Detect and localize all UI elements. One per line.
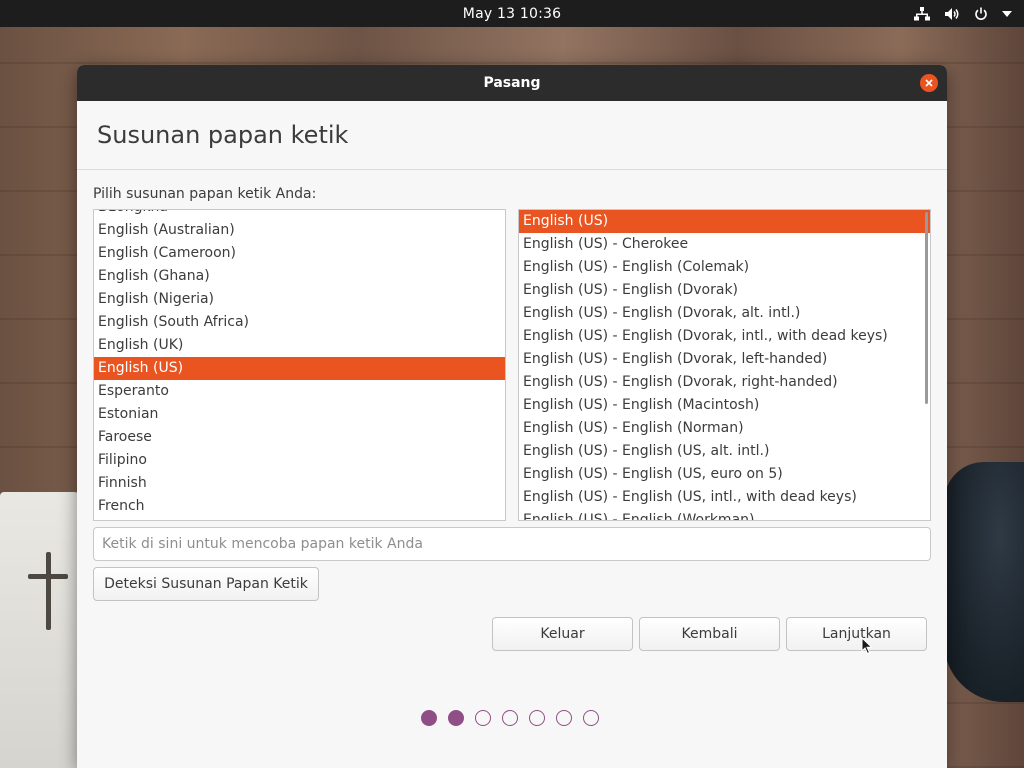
- detect-layout-button[interactable]: Deteksi Susunan Papan Ketik: [93, 567, 319, 601]
- layout-item[interactable]: English (US): [94, 357, 505, 380]
- page-header: Susunan papan ketik: [77, 101, 947, 170]
- variant-item[interactable]: English (US) - English (Colemak): [519, 256, 930, 279]
- window-title: Pasang: [483, 75, 541, 91]
- progress-indicator: [421, 710, 599, 726]
- network-icon[interactable]: [914, 6, 930, 21]
- layout-item[interactable]: English (South Africa): [94, 311, 505, 334]
- continue-button[interactable]: Lanjutkan: [786, 617, 927, 651]
- clock[interactable]: May 13 10:36: [463, 6, 561, 22]
- variant-item[interactable]: English (US) - English (Dvorak): [519, 279, 930, 302]
- desktop-wallpaper-cross: [28, 552, 68, 632]
- progress-dot: [448, 710, 464, 726]
- window-titlebar[interactable]: Pasang: [77, 65, 947, 101]
- layout-item[interactable]: French: [94, 495, 505, 518]
- variant-item[interactable]: English (US) - English (Dvorak, alt. int…: [519, 302, 930, 325]
- system-tray[interactable]: [914, 0, 1012, 27]
- progress-dot: [556, 710, 572, 726]
- layout-item[interactable]: English (Ghana): [94, 265, 505, 288]
- variant-item[interactable]: English (US) - English (Macintosh): [519, 394, 930, 417]
- layout-prompt: Pilih susunan papan ketik Anda:: [93, 186, 317, 202]
- power-icon[interactable]: [974, 7, 988, 21]
- layout-item[interactable]: English (Cameroon): [94, 242, 505, 265]
- mouse-cursor-icon: [861, 637, 873, 655]
- progress-dot: [475, 710, 491, 726]
- menu-arrow-icon[interactable]: [1002, 10, 1012, 17]
- progress-dot: [583, 710, 599, 726]
- variant-item[interactable]: English (US) - Cherokee: [519, 233, 930, 256]
- variant-item[interactable]: English (US) - English (Dvorak, right-ha…: [519, 371, 930, 394]
- variant-item[interactable]: English (US) - English (US, alt. intl.): [519, 440, 930, 463]
- variant-item[interactable]: English (US) - English (US, intl., with …: [519, 486, 930, 509]
- close-button[interactable]: [920, 74, 938, 92]
- layout-item[interactable]: Estonian: [94, 403, 505, 426]
- progress-dot: [502, 710, 518, 726]
- layout-item[interactable]: English (UK): [94, 334, 505, 357]
- variant-item[interactable]: English (US) - English (US, euro on 5): [519, 463, 930, 486]
- progress-dot: [529, 710, 545, 726]
- progress-dot: [421, 710, 437, 726]
- quit-button[interactable]: Keluar: [492, 617, 633, 651]
- variant-item[interactable]: English (US) - English (Norman): [519, 417, 930, 440]
- layout-item[interactable]: English (Australian): [94, 219, 505, 242]
- variant-item[interactable]: English (US) - English (Workman): [519, 509, 930, 520]
- keyboard-variant-list[interactable]: English (US) English (US) - Cherokee Engli…: [518, 209, 931, 521]
- variant-list-scrollbar[interactable]: [925, 212, 928, 404]
- keyboard-layout-list[interactable]: DzongkhaEnglish (Australian)English (Cam…: [93, 209, 506, 521]
- variant-item[interactable]: English (US): [519, 210, 930, 233]
- installer-window: Pasang Susunan papan ketik Pilih susunan…: [77, 65, 947, 768]
- keyboard-test-input[interactable]: [93, 527, 931, 561]
- close-icon: [925, 79, 933, 87]
- layout-item[interactable]: Finnish: [94, 472, 505, 495]
- layout-item[interactable]: Filipino: [94, 449, 505, 472]
- volume-icon[interactable]: [944, 7, 960, 21]
- top-bar: May 13 10:36: [0, 0, 1024, 27]
- layout-item[interactable]: English (Nigeria): [94, 288, 505, 311]
- page-title: Susunan papan ketik: [97, 121, 349, 149]
- desktop-wallpaper-mug: [944, 462, 1024, 702]
- back-button[interactable]: Kembali: [639, 617, 780, 651]
- layout-item[interactable]: Esperanto: [94, 380, 505, 403]
- variant-item[interactable]: English (US) - English (Dvorak, intl., w…: [519, 325, 930, 348]
- variant-item[interactable]: English (US) - English (Dvorak, left-han…: [519, 348, 930, 371]
- layout-item[interactable]: Faroese: [94, 426, 505, 449]
- layout-item[interactable]: Dzongkha: [94, 210, 505, 219]
